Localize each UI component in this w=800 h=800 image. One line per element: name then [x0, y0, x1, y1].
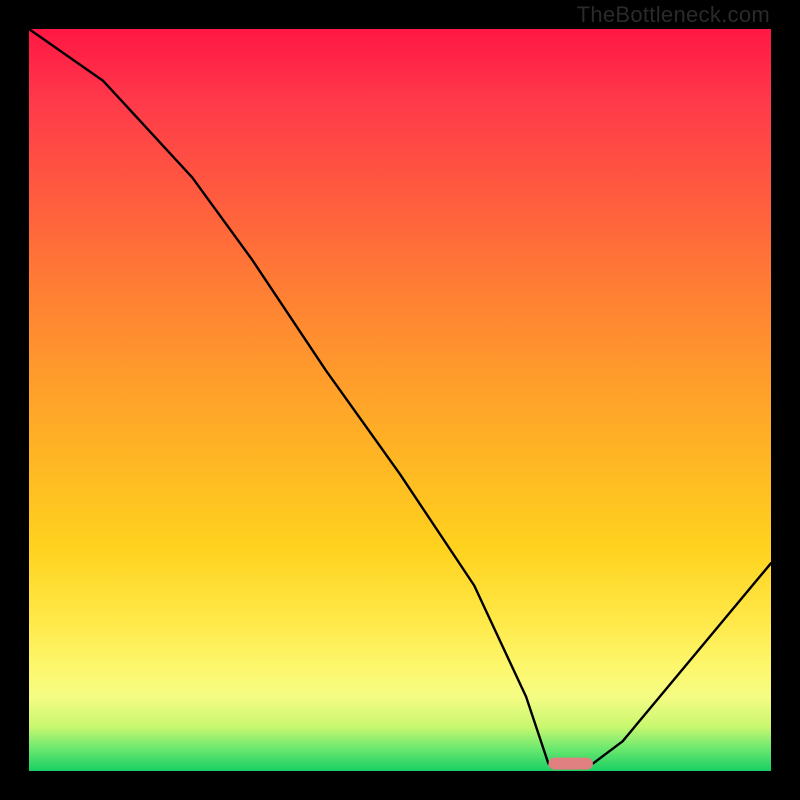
chart-frame: TheBottleneck.com: [0, 0, 800, 800]
watermark-text: TheBottleneck.com: [577, 2, 770, 28]
optimum-marker: [548, 758, 593, 770]
bottleneck-curve: [29, 29, 771, 764]
plot-area: [29, 29, 771, 771]
curve-layer: [29, 29, 771, 771]
